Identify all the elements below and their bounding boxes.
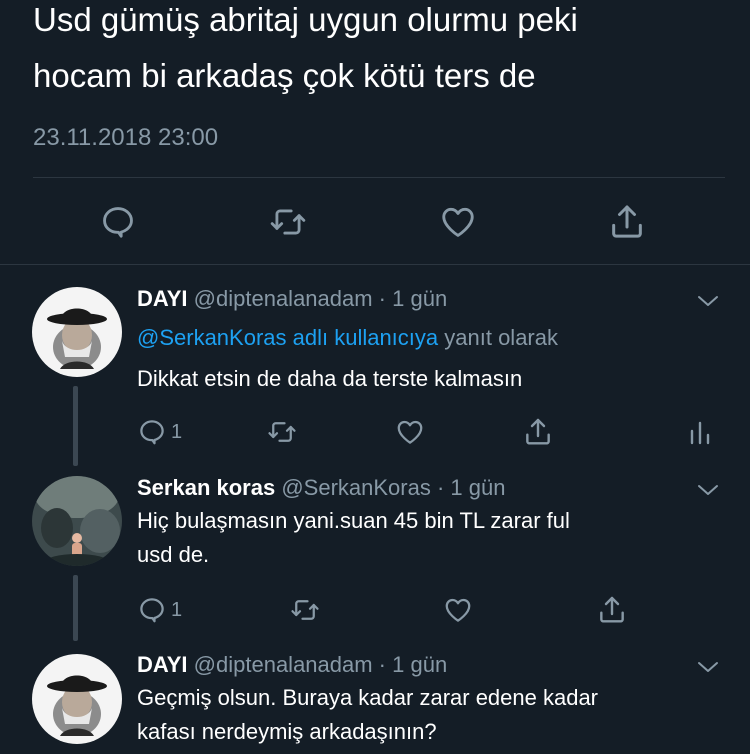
more-options-button[interactable]: [696, 659, 720, 675]
retweet-button[interactable]: [266, 414, 298, 450]
reply-icon: [140, 598, 164, 623]
author-handle[interactable]: @diptenalanadam · 1 gün: [194, 652, 448, 677]
share-icon: [612, 205, 642, 238]
avatar-image: [32, 287, 122, 377]
avatar[interactable]: [32, 654, 122, 744]
retweet-icon: [291, 600, 319, 620]
chevron-down-icon: [698, 296, 718, 306]
main-tweet: Usd gümüş abritaj uygun olurmu peki hoca…: [0, 0, 750, 265]
main-tweet-line-1: Usd gümüş abritaj uygun olurmu peki: [33, 1, 578, 38]
reply-button[interactable]: 1: [137, 414, 182, 450]
like-button[interactable]: [442, 592, 474, 628]
replying-to-link[interactable]: @SerkanKoras adlı kullanıcıya: [137, 325, 438, 350]
chevron-down-icon: [698, 662, 718, 672]
retweet-button[interactable]: [268, 200, 308, 244]
main-tweet-text: Usd gümüş abritaj uygun olurmu peki hoca…: [33, 0, 723, 104]
reply-text-line-2: kafası nerdeymiş arkadaşının?: [137, 719, 437, 744]
like-icon: [442, 207, 474, 237]
reply-icon: [103, 207, 133, 238]
analytics-button[interactable]: [688, 414, 712, 450]
author-handle[interactable]: @SerkanKoras · 1 gün: [281, 475, 505, 500]
tweet-timestamp: 23.11.2018 23:00: [33, 124, 219, 151]
reply-header: Serkan koras @SerkanKoras · 1 gün: [137, 475, 505, 501]
reply-button[interactable]: 1: [137, 592, 182, 628]
like-icon: [397, 420, 423, 444]
reply-actions: 1: [0, 414, 750, 450]
like-icon: [445, 598, 471, 622]
more-options-button[interactable]: [696, 482, 720, 498]
main-tweet-line-2: hocam bi arkadaş çok kötü ters de: [33, 57, 536, 94]
author-handle[interactable]: @diptenalanadam · 1 gün: [194, 286, 448, 311]
more-options-button[interactable]: [696, 293, 720, 309]
reply-header: DAYI @diptenalanadam · 1 gün: [137, 652, 447, 678]
reply-text-line-1: Hiç bulaşmasın yani.suan 45 bin TL zarar…: [137, 508, 570, 533]
avatar-image: [32, 654, 122, 744]
divider: [0, 264, 750, 265]
reply-button[interactable]: [98, 200, 138, 244]
replying-to-suffix: yanıt olarak: [438, 325, 558, 350]
avatar-image: [32, 476, 122, 566]
retweet-icon: [268, 422, 296, 442]
author-name[interactable]: Serkan koras: [137, 475, 275, 500]
chevron-down-icon: [698, 485, 718, 495]
share-button[interactable]: [607, 200, 647, 244]
share-button[interactable]: [522, 414, 554, 450]
reply-text: Hiç bulaşmasın yani.suan 45 bin TL zarar…: [137, 504, 717, 572]
author-name[interactable]: DAYI: [137, 652, 188, 677]
share-icon: [600, 596, 624, 623]
reply-count: 1: [171, 420, 183, 443]
retweet-button[interactable]: [289, 592, 321, 628]
author-name[interactable]: DAYI: [137, 286, 188, 311]
share-button[interactable]: [596, 592, 628, 628]
reply-count: 1: [171, 598, 183, 621]
share-icon: [526, 418, 550, 445]
like-button[interactable]: [438, 200, 478, 244]
main-tweet-actions: [0, 200, 750, 244]
avatar[interactable]: [32, 287, 122, 377]
reply-header: DAYI @diptenalanadam · 1 gün: [137, 286, 447, 312]
reply-actions: 1: [0, 592, 750, 628]
reply-text-line-2: usd de.: [137, 542, 210, 567]
avatar[interactable]: [32, 476, 122, 566]
analytics-icon: [690, 421, 710, 445]
retweet-icon: [270, 209, 306, 235]
like-button[interactable]: [394, 414, 426, 450]
divider: [33, 177, 725, 178]
replying-to: @SerkanKoras adlı kullanıcıya yanıt olar…: [137, 325, 558, 351]
reply-icon: [140, 420, 164, 445]
reply-text: Dikkat etsin de daha da terste kalmasın: [137, 366, 523, 391]
reply-text-line-1: Geçmiş olsun. Buraya kadar zarar edene k…: [137, 685, 599, 710]
reply-text: Geçmiş olsun. Buraya kadar zarar edene k…: [137, 681, 717, 749]
